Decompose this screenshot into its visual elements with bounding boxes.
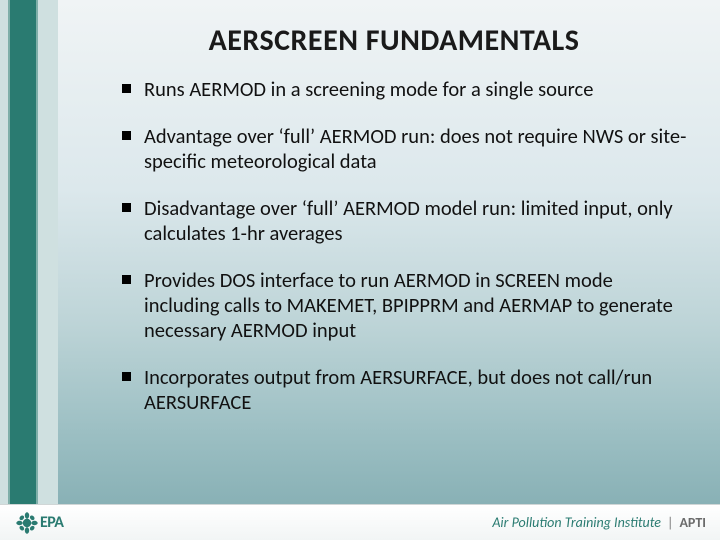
apti-separator: | xyxy=(667,514,673,531)
epa-logo-text: EPA xyxy=(40,513,63,532)
bullet-item: Provides DOS interface to run AERMOD in … xyxy=(122,268,690,343)
epa-flower-icon xyxy=(16,512,38,534)
slide-title: AERSCREEN FUNDAMENTALS xyxy=(98,22,690,59)
bullet-item: Runs AERMOD in a screening mode for a si… xyxy=(122,77,690,102)
bullet-item: Disadvantage over ‘full’ AERMOD model ru… xyxy=(122,196,690,246)
apti-abbrev: APTI xyxy=(679,514,706,531)
left-decorative-stripe xyxy=(0,0,58,540)
apti-full-name: Air Pollution Training Institute xyxy=(492,514,661,531)
footer-right: Air Pollution Training Institute | APTI xyxy=(492,514,706,531)
epa-logo: EPA xyxy=(16,512,63,534)
bullet-item: Incorporates output from AERSURFACE, but… xyxy=(122,365,690,415)
slide-footer: EPA Air Pollution Training Institute | A… xyxy=(0,504,720,540)
stripe-curve xyxy=(0,0,58,540)
slide-content: AERSCREEN FUNDAMENTALS Runs AERMOD in a … xyxy=(58,0,720,540)
bullet-item: Advantage over ‘full’ AERMOD run: does n… xyxy=(122,124,690,174)
bullet-list: Runs AERMOD in a screening mode for a si… xyxy=(98,77,690,415)
